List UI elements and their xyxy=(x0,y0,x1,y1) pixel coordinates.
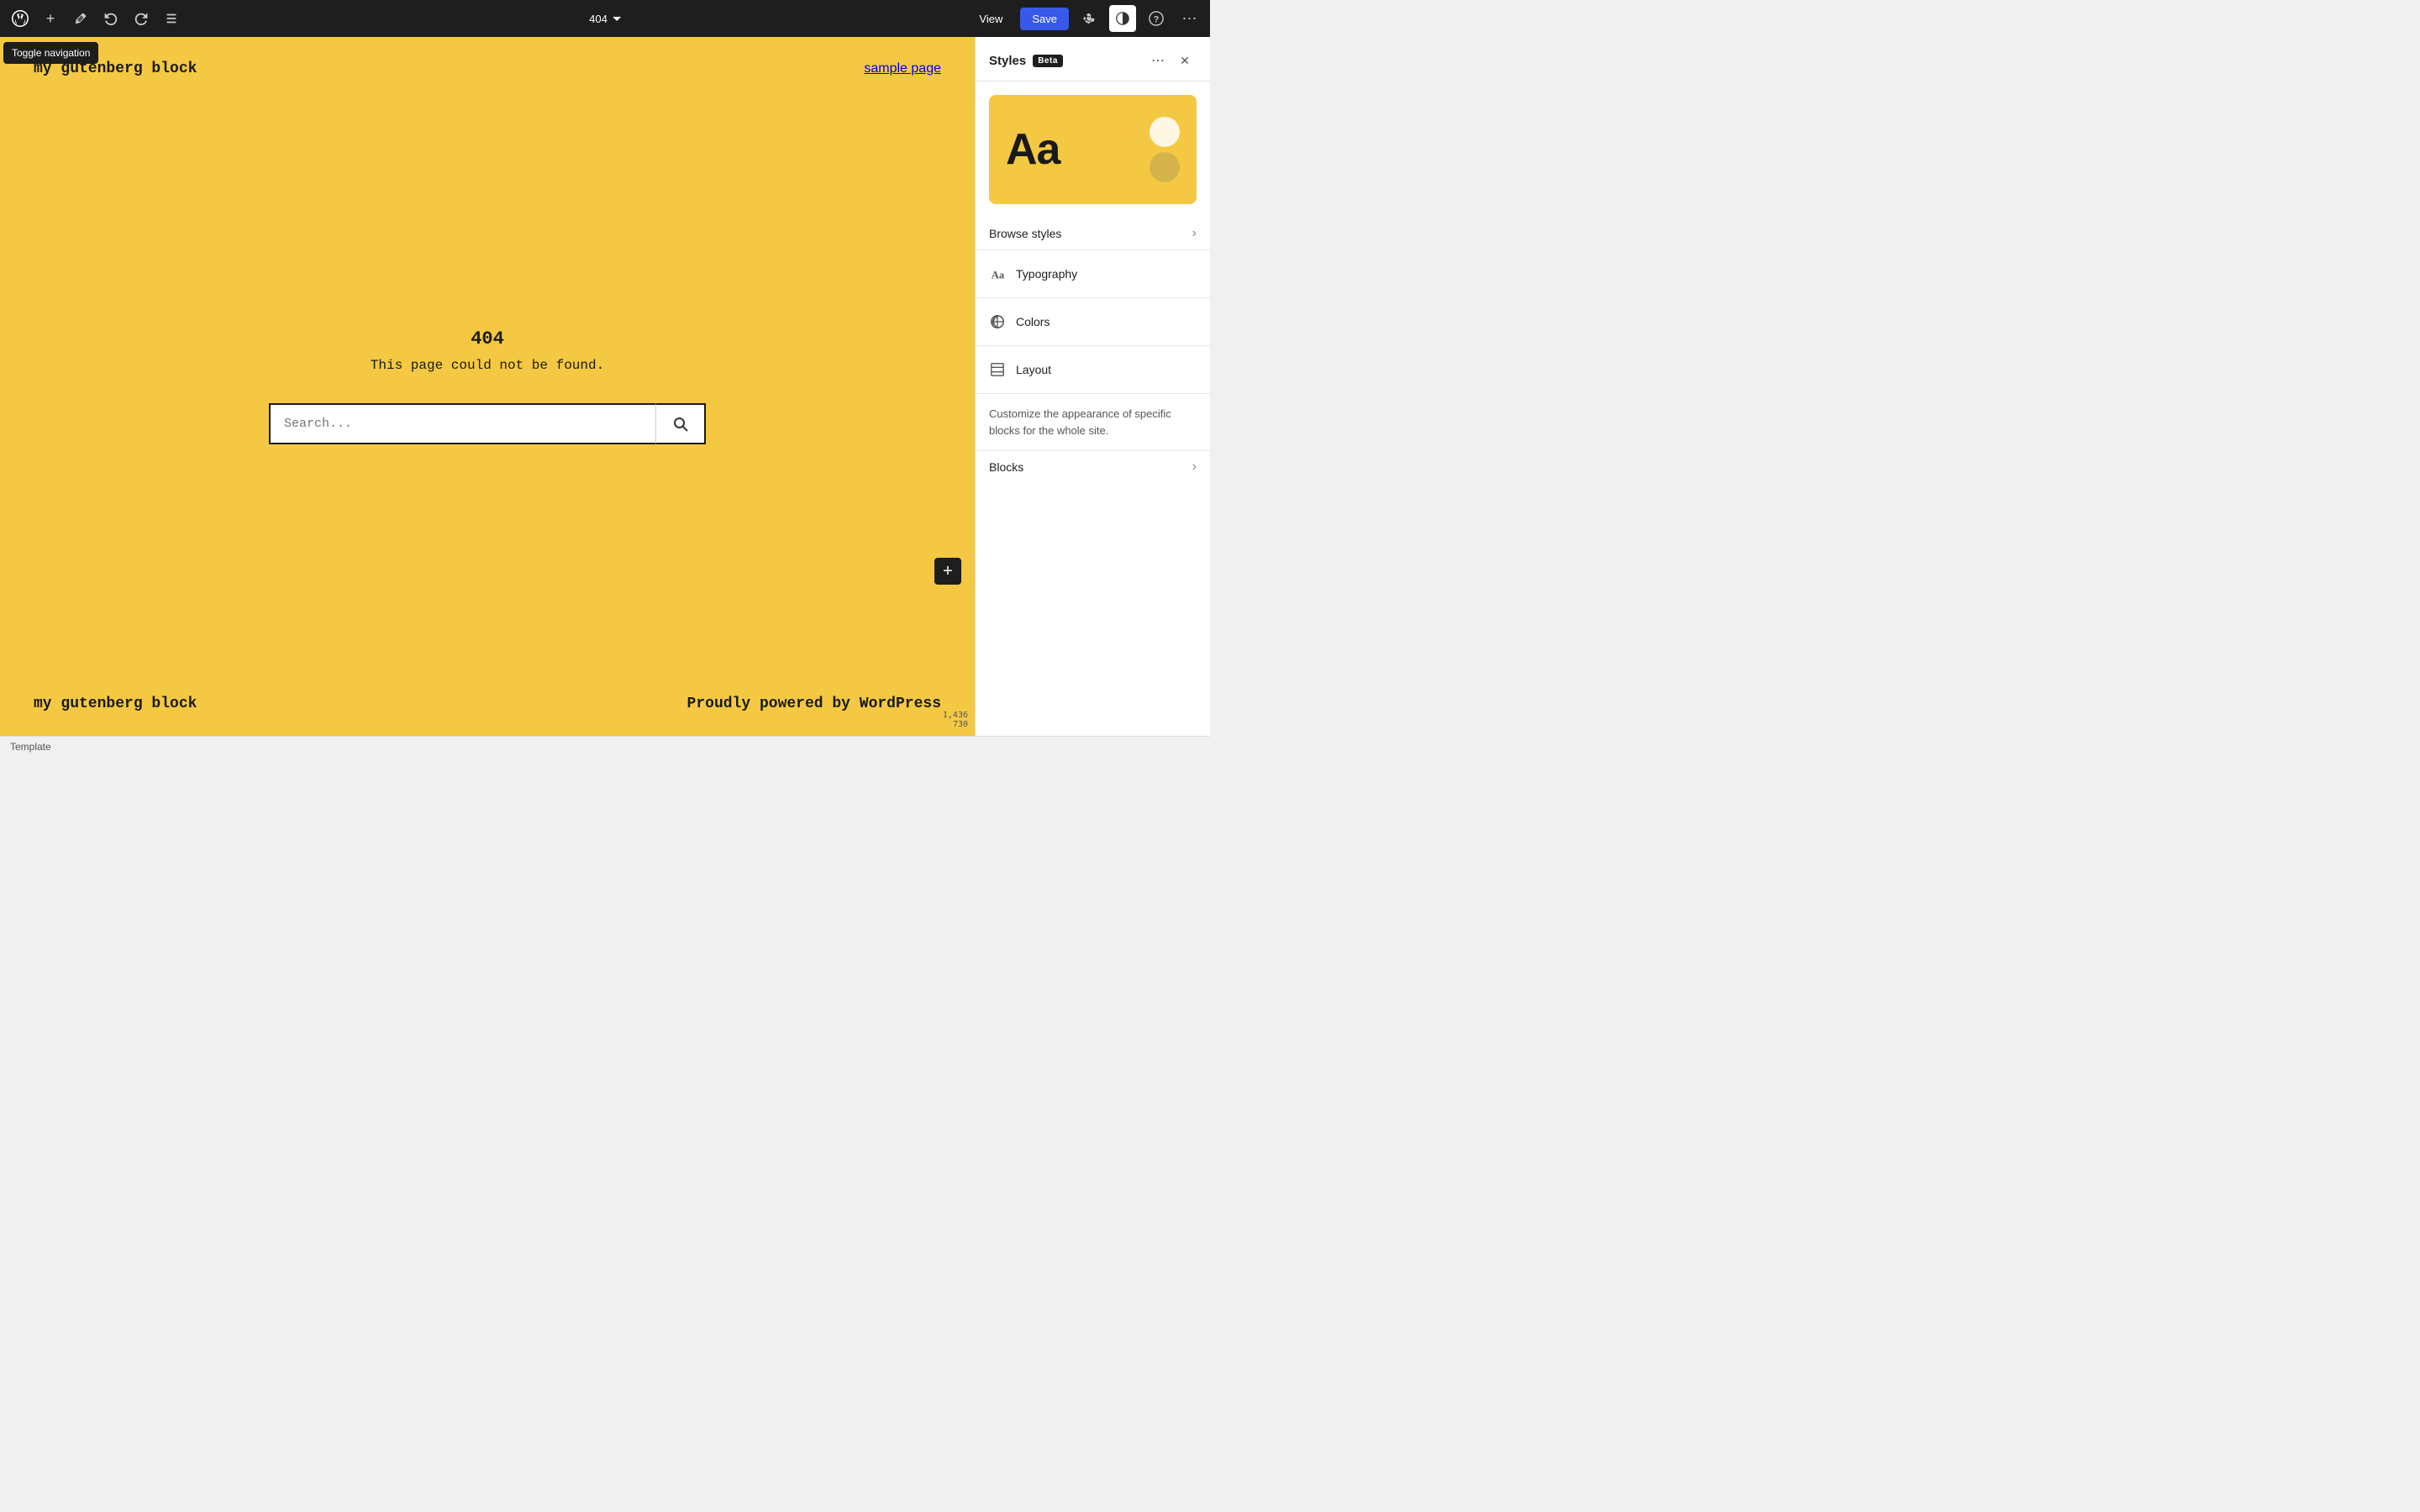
more-icon: ⋯ xyxy=(1151,52,1165,69)
page-title-button[interactable]: 404 xyxy=(582,9,628,29)
style-preview[interactable]: Aa xyxy=(989,95,1197,204)
blocks-chevron: › xyxy=(1192,459,1197,475)
sidebar-close-button[interactable]: ✕ xyxy=(1173,49,1197,72)
footer-credit: Proudly powered by WordPress xyxy=(687,696,941,712)
add-block-canvas-button[interactable]: + xyxy=(934,558,961,585)
search-icon xyxy=(672,416,689,433)
browse-styles-label: Browse styles xyxy=(989,227,1061,240)
browse-styles-chevron: › xyxy=(1192,226,1197,241)
sidebar-title: Styles xyxy=(989,54,1026,68)
layout-icon xyxy=(989,361,1006,378)
typography-section: Aa Typography xyxy=(976,250,1210,298)
customize-text: Customize the appearance of specific blo… xyxy=(976,394,1210,451)
browse-styles-row[interactable]: Browse styles › xyxy=(976,218,1210,250)
status-bar: Template xyxy=(0,736,1210,756)
styles-sidebar: Styles Beta ⋯ ✕ Aa Browse styles xyxy=(975,37,1210,736)
layout-label: Layout xyxy=(1016,363,1197,376)
sidebar-more-button[interactable]: ⋯ xyxy=(1146,49,1170,72)
chevron-down-icon xyxy=(613,14,621,23)
gear-icon xyxy=(1081,11,1097,26)
nav-link[interactable]: sample page xyxy=(864,61,941,76)
page-content: 404 This page could not be found. xyxy=(0,91,975,682)
contrast-icon xyxy=(1116,12,1129,25)
search-button[interactable] xyxy=(655,403,706,444)
layout-item[interactable]: Layout xyxy=(976,353,1210,386)
sidebar-title-row: Styles Beta xyxy=(989,54,1063,68)
document-overview-button[interactable] xyxy=(158,5,185,32)
template-label: Template xyxy=(10,741,51,753)
sidebar-header-actions: ⋯ ✕ xyxy=(1146,49,1197,72)
svg-text:Aa: Aa xyxy=(992,269,1005,281)
site-footer: my gutenberg block Proudly powered by Wo… xyxy=(0,682,975,736)
svg-text:?: ? xyxy=(1154,15,1160,25)
close-icon: ✕ xyxy=(1180,54,1190,68)
preview-dot-white xyxy=(1150,117,1180,147)
colors-label: Colors xyxy=(1016,315,1197,328)
typography-icon: Aa xyxy=(989,265,1006,282)
search-input[interactable] xyxy=(269,403,655,444)
search-form xyxy=(269,403,706,444)
preview-dots xyxy=(1150,117,1180,182)
undo-button[interactable] xyxy=(97,5,124,32)
toolbar-left: + xyxy=(7,5,185,32)
wp-logo-button[interactable] xyxy=(7,5,34,32)
add-block-toolbar-button[interactable]: + xyxy=(37,5,64,32)
sidebar-header: Styles Beta ⋯ ✕ xyxy=(976,37,1210,81)
preview-text: Aa xyxy=(1006,124,1060,175)
blocks-row[interactable]: Blocks › xyxy=(976,451,1210,483)
site-nav: sample page xyxy=(864,61,941,76)
colors-item[interactable]: Colors xyxy=(976,305,1210,339)
preview-dot-tan xyxy=(1150,152,1180,182)
colors-section: Colors xyxy=(976,298,1210,346)
toolbar-center: 404 xyxy=(582,9,628,29)
typography-label: Typography xyxy=(1016,267,1197,281)
toolbar: + Toggle navigation 404 xyxy=(0,0,1210,37)
main-area: my gutenberg block sample page 404 This … xyxy=(0,37,1210,736)
footer-site-title: my gutenberg block xyxy=(34,696,197,712)
canvas-area[interactable]: my gutenberg block sample page 404 This … xyxy=(0,37,975,736)
plus-icon: + xyxy=(943,562,953,581)
site-header: my gutenberg block sample page xyxy=(0,37,975,91)
beta-badge: Beta xyxy=(1033,55,1063,67)
layout-section: Layout xyxy=(976,346,1210,394)
more-options-button[interactable]: ⋯ xyxy=(1176,5,1203,32)
help-icon: ? xyxy=(1149,11,1164,26)
save-button[interactable]: Save xyxy=(1020,8,1069,30)
toggle-navigation-tooltip: Toggle navigation xyxy=(3,42,98,64)
plus-icon: + xyxy=(46,10,55,28)
page-title-text: 404 xyxy=(589,13,608,25)
view-button[interactable]: View xyxy=(968,8,1013,30)
colors-icon xyxy=(989,313,1006,330)
help-button[interactable]: ? xyxy=(1143,5,1170,32)
redo-button[interactable] xyxy=(128,5,155,32)
settings-button[interactable] xyxy=(1076,5,1102,32)
typography-item[interactable]: Aa Typography xyxy=(976,257,1210,291)
contrast-button[interactable] xyxy=(1109,5,1136,32)
coordinates: 1,436 730 xyxy=(943,711,968,729)
error-message: This page could not be found. xyxy=(371,358,604,373)
blocks-label: Blocks xyxy=(989,460,1023,474)
toolbar-right: View Save ? ⋯ xyxy=(968,5,1203,32)
more-icon: ⋯ xyxy=(1182,10,1198,28)
edit-mode-button[interactable] xyxy=(67,5,94,32)
error-code: 404 xyxy=(471,328,504,349)
